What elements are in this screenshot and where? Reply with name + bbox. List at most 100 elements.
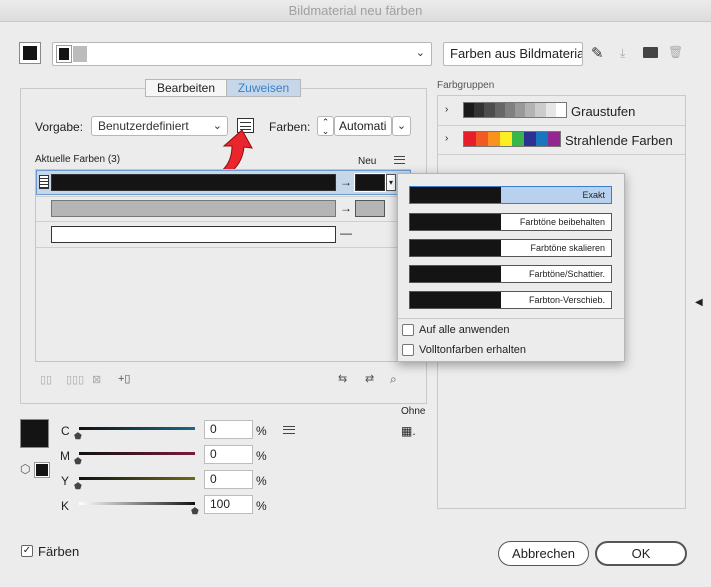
cmyk-menu-icon[interactable] (283, 426, 295, 434)
preset-label: Vorgabe: (35, 120, 84, 134)
disclosure-triangle-icon[interactable]: › (445, 133, 448, 144)
group-color-chip (535, 103, 546, 117)
window-title: Bildmaterial neu färben (0, 0, 711, 22)
magenta-slider[interactable] (79, 452, 195, 455)
current-colors-header: Aktuelle Farben (3) (35, 154, 121, 165)
chevron-down-icon: ⌄ (396, 120, 407, 132)
preset-value: Benutzerdefiniert (98, 119, 189, 133)
color-group-field[interactable]: ⌄ (52, 42, 432, 66)
method-scale-tints[interactable]: Farbtöne skalieren (409, 239, 612, 257)
group-color-chip (494, 103, 505, 117)
group-preview-grey (73, 46, 87, 62)
channel-label-k: K (61, 499, 70, 513)
colors-from-artwork-button[interactable]: Farben aus Bildmateria (443, 42, 583, 66)
keep-spot-label: Volltonfarben erhalten (419, 344, 527, 356)
save-group-icon[interactable]: ⤓ (620, 46, 625, 61)
randomize-order-icon[interactable]: ⇆ (338, 372, 347, 385)
black-value[interactable]: 100 (204, 495, 253, 514)
row-arrow: → (340, 201, 352, 215)
row-divider (36, 247, 411, 248)
group-color-chip (525, 103, 536, 117)
current-color-black[interactable] (51, 174, 336, 191)
randomize-saturation-icon[interactable]: ⇄ (365, 372, 374, 385)
new-colors-header: Neu (358, 156, 377, 167)
cyan-slider[interactable] (79, 427, 195, 430)
merge-colors-icon[interactable]: ▯▯ (40, 373, 52, 386)
channel-label-c: C (61, 424, 70, 438)
row-dash: — (340, 226, 352, 240)
color-mode-grid-icon[interactable]: ▦. (401, 424, 416, 438)
group-color-chip (504, 103, 516, 117)
vivid-group-swatches[interactable] (463, 131, 561, 147)
yellow-value[interactable]: 0 (204, 470, 253, 489)
slider-thumb[interactable]: ⬟ (74, 481, 82, 492)
new-color-dropdown[interactable]: ▾ (386, 174, 396, 191)
group-color-chip (545, 103, 556, 117)
trash-icon[interactable]: 🗑 (668, 45, 683, 59)
colors-count-dropdown[interactable]: ⌄ (392, 116, 411, 136)
row-handle-icon[interactable] (39, 175, 49, 189)
group-divider (438, 154, 685, 155)
method-tints-shades[interactable]: Farbtöne/Schattier. (409, 265, 612, 283)
tab-edit[interactable]: Bearbeiten (145, 79, 227, 97)
group-color-chip (464, 132, 476, 146)
chevron-down-icon[interactable]: ⌄ (416, 46, 425, 59)
method-exact[interactable]: Exakt (409, 186, 612, 204)
out-of-gamut-cube-icon[interactable]: ⬡ (20, 462, 30, 476)
collapse-panel-icon[interactable]: ◀ (695, 297, 703, 308)
cancel-button[interactable]: Abbrechen (498, 541, 589, 566)
active-color-swatch[interactable] (20, 419, 49, 448)
unit: % (256, 474, 267, 488)
eyedropper-icon[interactable]: ✎ (591, 44, 604, 62)
slider-thumb[interactable]: ⬟ (74, 431, 82, 442)
row-divider (36, 196, 411, 197)
group-color-chip (548, 132, 560, 146)
method-preserve-tints[interactable]: Farbtöne beibehalten (409, 213, 612, 231)
group-color-chip (476, 132, 488, 146)
method-hue-shift[interactable]: Farbton-Verschieb. (409, 291, 612, 309)
keep-spot-checkbox[interactable] (402, 344, 414, 356)
new-color-grey[interactable] (355, 200, 385, 217)
list-menu-icon[interactable] (394, 156, 405, 164)
group-color-chip (536, 132, 548, 146)
channel-label-y: Y (61, 474, 70, 488)
find-color-icon[interactable]: ⌕ (390, 372, 397, 387)
exclude-colors-icon[interactable]: ⊠ (92, 373, 101, 386)
artwork-color-swatch[interactable] (19, 42, 41, 64)
slider-thumb[interactable]: ⬟ (191, 506, 199, 517)
folder-icon[interactable] (643, 47, 658, 58)
group-color-chip (555, 103, 567, 117)
new-color-black[interactable] (354, 173, 386, 192)
group-color-chip (464, 103, 475, 117)
group-color-chip (484, 103, 495, 117)
grayscale-group-swatches[interactable] (463, 102, 567, 118)
slider-thumb[interactable]: ⬟ (74, 456, 82, 467)
new-row-icon[interactable]: +▯ (118, 372, 130, 385)
ok-button[interactable]: OK (595, 541, 687, 566)
unit: % (256, 499, 267, 513)
disclosure-triangle-icon[interactable]: › (445, 104, 448, 115)
group-name-grayscale: Graustufen (571, 104, 636, 119)
colors-count-field[interactable]: Automati (334, 116, 392, 136)
magenta-value[interactable]: 0 (204, 445, 253, 464)
colors-stepper[interactable]: ⌃ ⌄ (317, 116, 334, 136)
group-color-chip (488, 132, 500, 146)
color-groups-label: Farbgruppen (437, 80, 495, 91)
unit: % (256, 449, 267, 463)
recolor-checkbox[interactable]: ✓ (21, 545, 33, 557)
black-slider[interactable] (79, 502, 195, 505)
yellow-slider[interactable] (79, 477, 195, 480)
tab-assign[interactable]: Zuweisen (226, 79, 301, 97)
recolor-label: Färben (38, 544, 80, 559)
separate-colors-icon[interactable]: ▯▯▯ (66, 373, 84, 386)
color-rows-list (35, 169, 411, 362)
current-color-white[interactable] (51, 226, 336, 243)
nearest-color-swatch[interactable] (34, 462, 50, 478)
none-label: Ohne (401, 406, 426, 417)
current-color-grey[interactable] (51, 200, 336, 217)
group-divider (438, 125, 685, 126)
colors-label: Farben: (269, 120, 311, 134)
group-name-vivid: Strahlende Farben (565, 133, 673, 148)
cyan-value[interactable]: 0 (204, 420, 253, 439)
apply-all-checkbox[interactable] (402, 324, 414, 336)
